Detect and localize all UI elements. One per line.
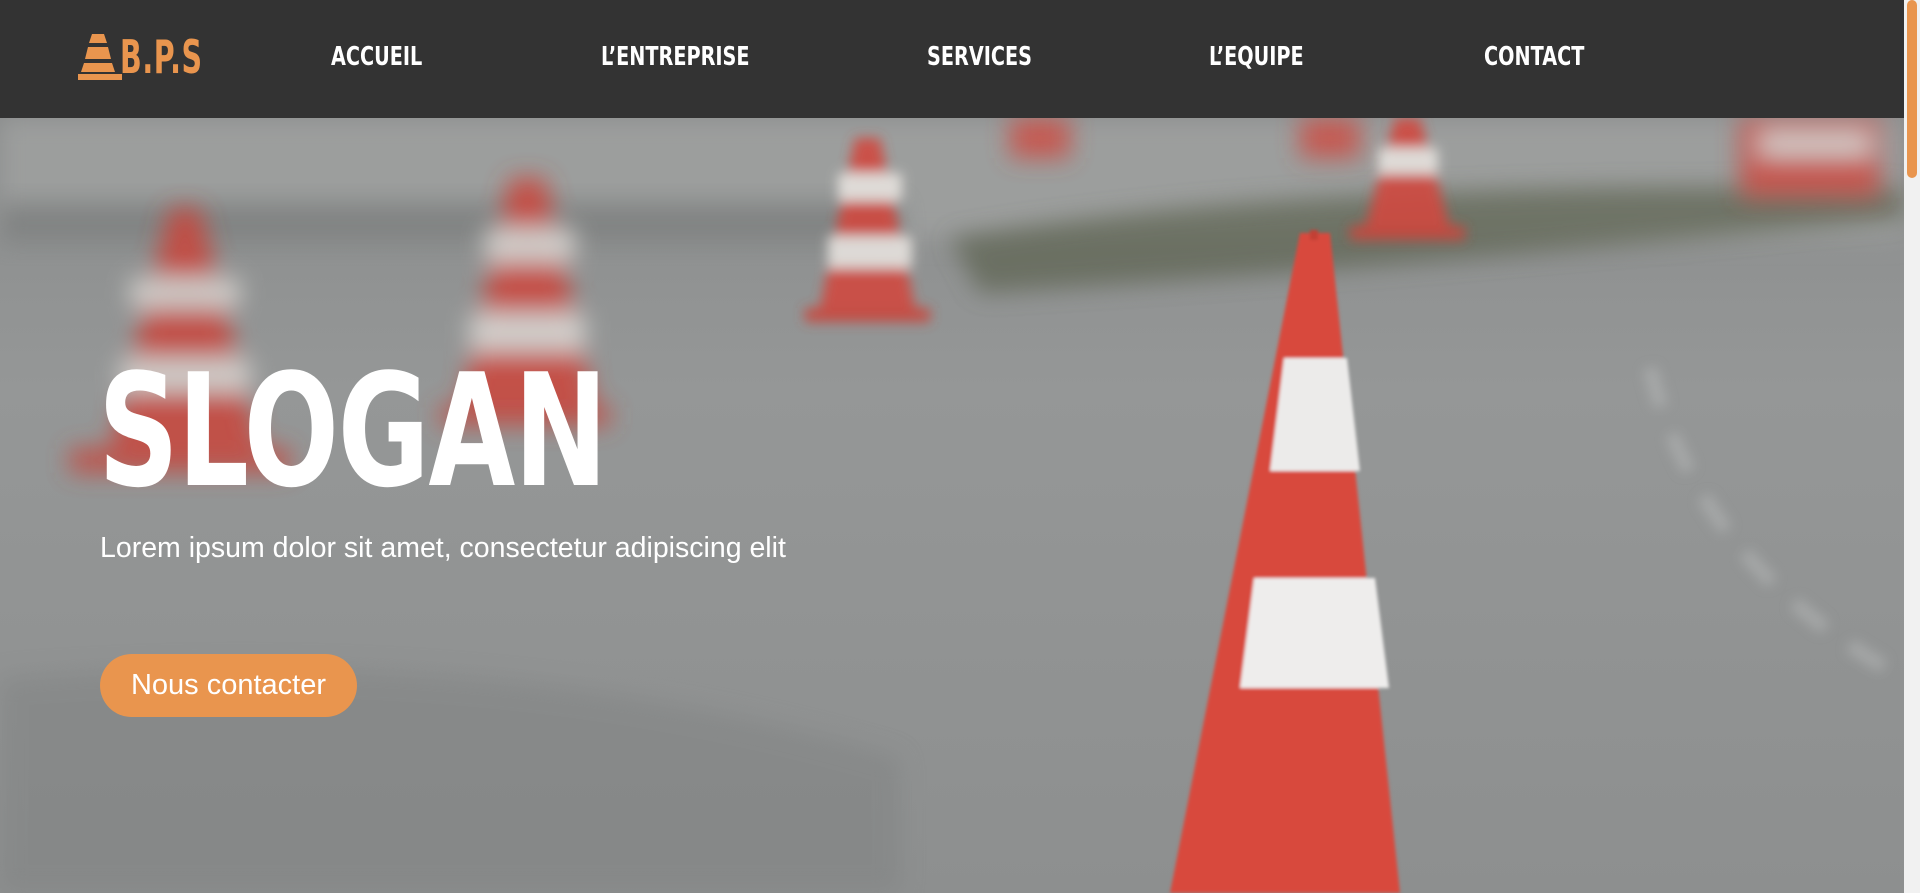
nav-item-contact[interactable]: CONTACT	[1484, 40, 1584, 74]
nav-item-entreprise[interactable]: L’ENTREPRISE	[601, 40, 750, 74]
bps-logo[interactable]: B.P.S	[78, 30, 218, 84]
nav-item-equipe[interactable]: L’EQUIPE	[1209, 40, 1304, 74]
contact-button[interactable]: Nous contacter	[100, 654, 357, 717]
hero-section: SLOGAN Lorem ipsum dolor sit amet, conse…	[0, 118, 1904, 893]
page-scrollbar[interactable]	[1904, 0, 1920, 893]
traffic-cone-icon	[78, 34, 122, 80]
hero-subtitle: Lorem ipsum dolor sit amet, consectetur …	[100, 532, 786, 564]
nav-item-services[interactable]: SERVICES	[927, 40, 1032, 74]
logo-text: B.P.S	[120, 30, 203, 84]
hero-title: SLOGAN	[98, 340, 608, 522]
top-navbar: B.P.S ACCUEIL L’ENTREPRISE SERVICES L’EQ…	[0, 0, 1904, 118]
nav-item-accueil[interactable]: ACCUEIL	[331, 40, 422, 74]
scrollbar-thumb[interactable]	[1907, 0, 1917, 178]
